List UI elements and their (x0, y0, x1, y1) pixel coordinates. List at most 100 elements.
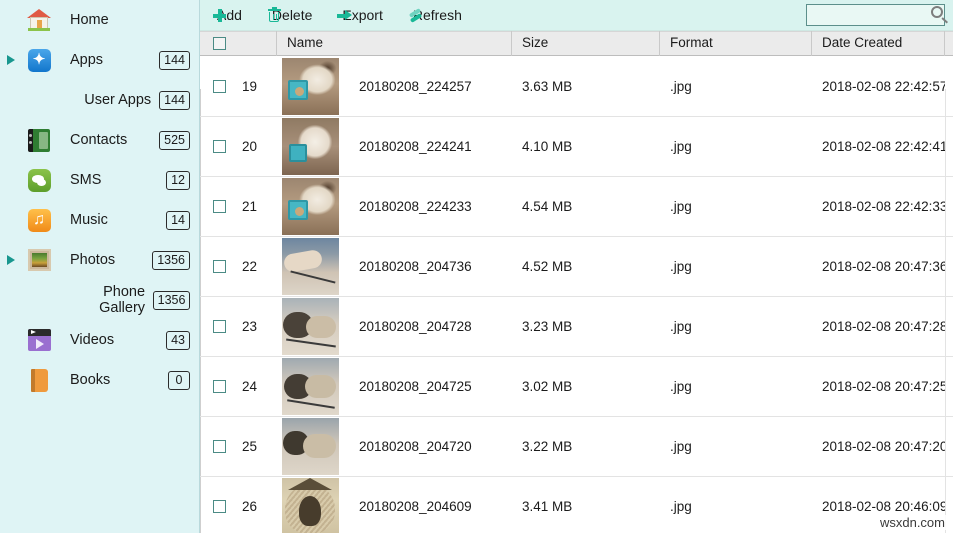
select-all-checkbox[interactable] (213, 37, 226, 50)
sidebar-item-label: Home (70, 12, 109, 28)
row-select-cell[interactable]: 22 (200, 237, 277, 297)
sidebar-item-count-badge: 0 (168, 370, 190, 390)
row-date-created: 2018-02-08 20:47:28 (822, 319, 945, 334)
home-icon (22, 9, 56, 31)
row-checkbox[interactable] (213, 80, 226, 93)
row-file-name: 20180208_224257 (359, 79, 472, 94)
row-file-name: 20180208_224241 (359, 139, 472, 154)
sidebar-item-phone-gallery[interactable]: Phone Gallery 1356 (0, 280, 199, 320)
row-date-created: 2018-02-08 22:42:33 (822, 199, 945, 214)
add-button[interactable]: Add (211, 7, 242, 23)
row-checkbox[interactable] (213, 200, 226, 213)
row-select-cell[interactable]: 23 (200, 297, 277, 357)
photo-thumbnail[interactable] (282, 418, 339, 475)
table-header-select-all[interactable] (200, 31, 277, 56)
sidebar-item-books[interactable]: Books 0 (0, 360, 199, 400)
row-file-format: .jpg (670, 319, 692, 334)
sidebar-item-label: Books (70, 372, 111, 388)
sms-icon (22, 168, 56, 192)
row-index: 24 (242, 379, 258, 394)
search-box[interactable] (806, 4, 949, 26)
table-row[interactable]: 25 20180208_204720 3.22 MB .jpg 2018-02-08 2… (200, 417, 953, 477)
row-index: 25 (242, 439, 258, 454)
row-date-created: 2018-02-08 20:47:36 (822, 259, 945, 274)
row-file-name: 20180208_204725 (359, 379, 472, 394)
toolbar: Add Delete Export Refresh (200, 0, 953, 31)
row-thumbnail-cell (277, 417, 359, 477)
sidebar-item-sms[interactable]: SMS 12 (0, 160, 199, 200)
expand-arrow-icon[interactable] (0, 55, 22, 65)
sidebar-item-count-badge: 14 (166, 210, 190, 230)
table-row[interactable]: 26 20180208_204609 3.41 MB .jpg 2018-02-08 2… (200, 477, 953, 533)
row-file-format: .jpg (670, 199, 692, 214)
table-row[interactable]: 20 20180208_224241 4.10 MB .jpg 2018-02-08 2… (200, 117, 953, 177)
photo-thumbnail[interactable] (282, 358, 339, 415)
row-checkbox[interactable] (213, 320, 226, 333)
table-body[interactable]: 19 20180208_224257 3.63 MB .jpg 2018-02-08 2… (200, 57, 953, 533)
row-select-cell[interactable]: 20 (200, 117, 277, 177)
row-checkbox[interactable] (213, 500, 226, 513)
sidebar-item-label: User Apps (84, 92, 152, 108)
row-index: 26 (242, 499, 258, 514)
row-date-created: 2018-02-08 20:47:25 (822, 379, 945, 394)
row-select-cell[interactable]: 19 (200, 57, 277, 117)
sidebar-item-label: Photos (70, 252, 116, 268)
delete-button[interactable]: Delete (266, 7, 312, 23)
search-input[interactable] (806, 4, 945, 26)
row-file-format: .jpg (670, 379, 692, 394)
sidebar-item-photos[interactable]: Photos 1356 (0, 240, 199, 280)
row-checkbox[interactable] (213, 260, 226, 273)
sidebar-item-count-badge: 144 (159, 50, 190, 70)
sidebar-item-count-badge: 1356 (152, 250, 190, 270)
row-select-cell[interactable]: 25 (200, 417, 277, 477)
row-checkbox[interactable] (213, 440, 226, 453)
photo-thumbnail[interactable] (282, 238, 339, 295)
photo-thumbnail[interactable] (282, 478, 339, 533)
column-header-date-created[interactable]: Date Created (812, 31, 945, 56)
sidebar-item-label: Apps (70, 52, 104, 68)
column-header-name[interactable]: Name (277, 31, 512, 56)
videos-icon (22, 329, 56, 351)
row-file-size: 4.54 MB (522, 199, 573, 214)
sidebar-item-contacts[interactable]: Contacts 525 (0, 120, 199, 160)
sidebar-item-label: Videos (70, 332, 115, 348)
sidebar-item-apps[interactable]: ✦ Apps 144 (0, 40, 199, 80)
photo-thumbnail[interactable] (282, 118, 339, 175)
row-select-cell[interactable]: 21 (200, 177, 277, 237)
refresh-button[interactable]: Refresh (407, 7, 462, 23)
row-index: 20 (242, 139, 258, 154)
photo-thumbnail[interactable] (282, 58, 339, 115)
table-row[interactable]: 21 20180208_224233 4.54 MB .jpg 2018-02-08 2… (200, 177, 953, 237)
row-index: 19 (242, 79, 258, 94)
column-header-size[interactable]: Size (512, 31, 660, 56)
apps-icon: ✦ (22, 48, 56, 72)
row-select-cell[interactable]: 24 (200, 357, 277, 417)
table-row[interactable]: 19 20180208_224257 3.63 MB .jpg 2018-02-08 2… (200, 57, 953, 117)
row-thumbnail-cell (277, 297, 359, 357)
row-date-created: 2018-02-08 22:42:41 (822, 139, 945, 154)
sidebar-item-videos[interactable]: Videos 43 (0, 320, 199, 360)
row-file-format: .jpg (670, 499, 692, 514)
sidebar-item-music[interactable]: ♫ Music 14 (0, 200, 199, 240)
sidebar-item-user-apps[interactable]: User Apps 144 (0, 80, 199, 120)
sidebar-item-home[interactable]: Home (0, 0, 199, 40)
table-row[interactable]: 22 20180208_204736 4.52 MB .jpg 2018-02-08 2… (200, 237, 953, 297)
row-checkbox[interactable] (213, 380, 226, 393)
row-file-name: 20180208_204728 (359, 319, 472, 334)
photo-thumbnail[interactable] (282, 298, 339, 355)
app-window: Home ✦ Apps 144 User Apps 144 Contacts 525 SMS 12… (0, 0, 953, 533)
sidebar: Home ✦ Apps 144 User Apps 144 Contacts 525 SMS 12… (0, 0, 200, 533)
row-checkbox[interactable] (213, 140, 226, 153)
table-header: Name Size Format Date Created (200, 31, 953, 56)
sidebar-item-label: Phone Gallery (99, 284, 146, 316)
table-row[interactable]: 23 20180208_204728 3.23 MB .jpg 2018-02-08 2… (200, 297, 953, 357)
export-button[interactable]: Export (336, 7, 383, 23)
music-icon: ♫ (22, 208, 56, 232)
table-row[interactable]: 24 20180208_204725 3.02 MB .jpg 2018-02-08 2… (200, 357, 953, 417)
row-select-cell[interactable]: 26 (200, 477, 277, 533)
photo-thumbnail[interactable] (282, 178, 339, 235)
column-header-format[interactable]: Format (660, 31, 812, 56)
row-thumbnail-cell (277, 117, 359, 177)
expand-arrow-icon[interactable] (0, 255, 22, 265)
column-header-extra[interactable] (945, 31, 953, 56)
